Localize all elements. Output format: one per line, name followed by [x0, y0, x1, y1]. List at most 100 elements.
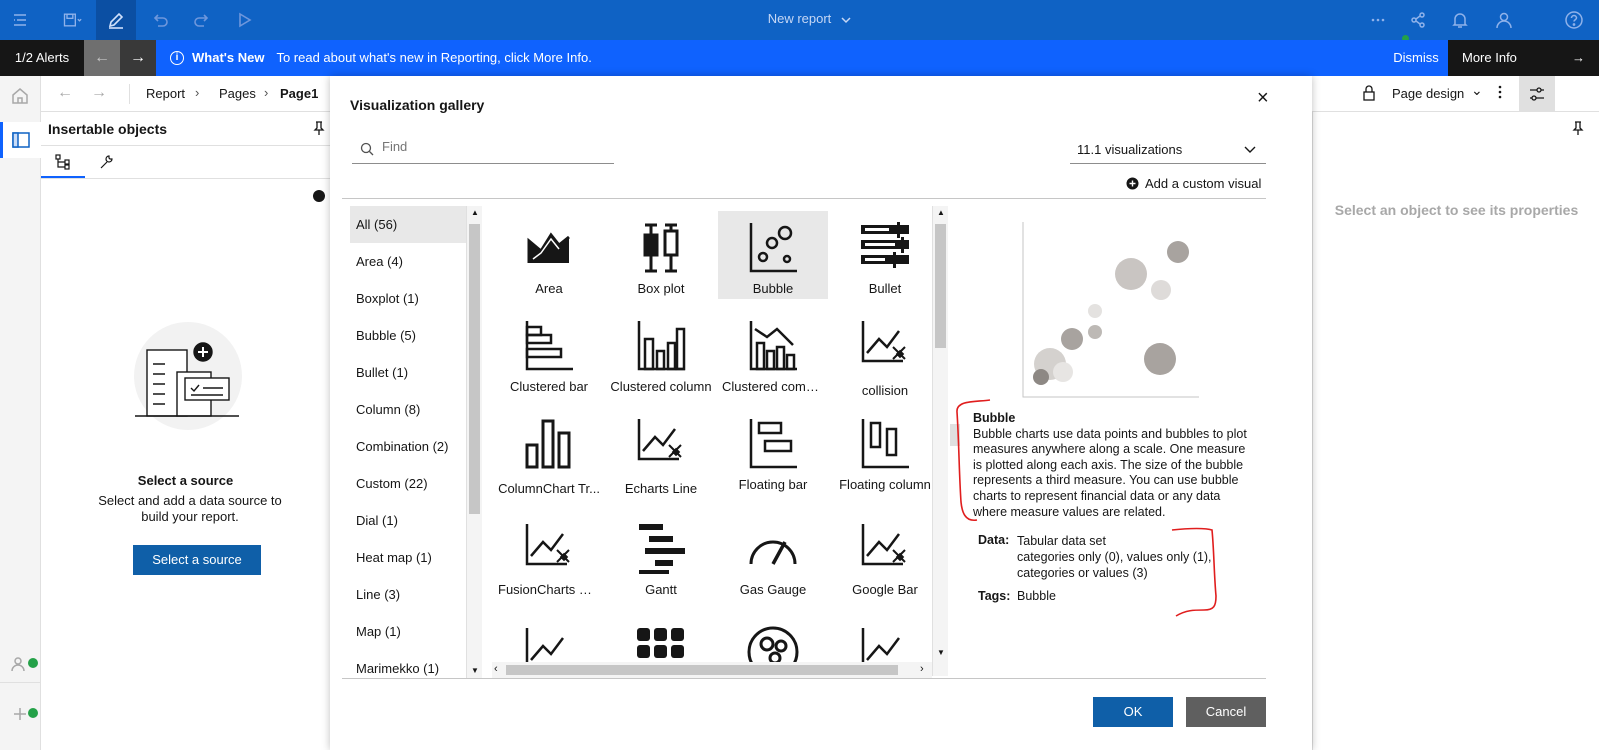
- tab-data-tree[interactable]: [41, 146, 85, 178]
- scrollbar-thumb[interactable]: [469, 224, 480, 514]
- close-icon[interactable]: ×: [1257, 87, 1269, 110]
- grid-vertical-scrollbar[interactable]: ▲ ▼: [932, 206, 948, 676]
- bubble-preview-chart: [1022, 222, 1200, 398]
- tile-label: collision: [861, 383, 909, 398]
- menu-icon[interactable]: [0, 0, 40, 40]
- tile-partial[interactable]: [606, 616, 716, 666]
- chevron-down-icon[interactable]: ▼: [471, 666, 479, 675]
- tile-box-plot[interactable]: Box plot: [606, 211, 716, 305]
- plus-icon[interactable]: [10, 704, 30, 727]
- tile-clustered-combination[interactable]: Clustered combi...: [718, 309, 828, 403]
- empty-state-title: Select a source: [137, 473, 234, 488]
- overflow-menu-icon[interactable]: [1498, 84, 1502, 103]
- run-icon[interactable]: [224, 0, 264, 40]
- tile-bullet[interactable]: Bullet: [830, 211, 940, 305]
- edit-icon[interactable]: [96, 0, 136, 40]
- tile-clustered-bar[interactable]: Clustered bar: [494, 309, 604, 403]
- pin-icon[interactable]: [313, 120, 325, 139]
- scrollbar-thumb[interactable]: [506, 665, 898, 675]
- category-item[interactable]: Dial (1): [350, 502, 474, 539]
- pin-icon[interactable]: [1571, 120, 1585, 139]
- tile-google-bar[interactable]: Google Bar: [830, 512, 940, 606]
- category-item[interactable]: Column (8): [350, 391, 474, 428]
- category-item[interactable]: Boxplot (1): [350, 280, 474, 317]
- grid-horizontal-scrollbar[interactable]: ‹ ›: [492, 662, 932, 678]
- alert-headline: What's New: [192, 50, 265, 65]
- tile-clustered-column[interactable]: Clustered column: [606, 309, 716, 403]
- alert-next-icon[interactable]: →: [120, 40, 156, 76]
- category-item[interactable]: Heat map (1): [350, 539, 474, 576]
- tile-fusioncharts[interactable]: FusionCharts Pa...: [494, 512, 604, 606]
- breadcrumb-current[interactable]: Page1: [280, 86, 318, 101]
- info-icon: i: [170, 51, 184, 65]
- breadcrumb-item-pages[interactable]: Pages: [219, 86, 256, 101]
- home-icon[interactable]: [10, 86, 30, 109]
- add-custom-visual-button[interactable]: Add a custom visual: [1126, 175, 1261, 191]
- tile-partial[interactable]: [718, 616, 828, 666]
- lock-icon[interactable]: [1362, 85, 1376, 104]
- tile-gas-gauge[interactable]: Gas Gauge: [718, 512, 828, 606]
- chevron-down-icon[interactable]: ▼: [937, 648, 945, 657]
- tile-label: Floating bar: [738, 477, 808, 492]
- user-icon[interactable]: [1484, 0, 1524, 40]
- custom-visual-icon: [637, 419, 682, 461]
- tile-partial[interactable]: [494, 616, 604, 666]
- save-icon[interactable]: [48, 0, 96, 40]
- category-item[interactable]: Combination (2): [350, 428, 474, 465]
- tile-gantt[interactable]: Gantt: [606, 512, 716, 606]
- alert-previous-icon[interactable]: ←: [84, 40, 120, 76]
- dismiss-button[interactable]: Dismiss: [1376, 40, 1456, 76]
- cancel-button[interactable]: Cancel: [1186, 697, 1266, 727]
- tile-floating-bar[interactable]: Floating bar: [718, 407, 828, 501]
- chevron-down-icon[interactable]: [836, 0, 856, 40]
- user-add-icon[interactable]: [10, 654, 30, 677]
- custom-visual-icon: [525, 628, 564, 666]
- page-design-dropdown[interactable]: Page design: [1392, 86, 1464, 101]
- arrow-right-icon: →: [1572, 50, 1585, 65]
- category-item[interactable]: Line (3): [350, 576, 474, 613]
- search-input[interactable]: [382, 139, 602, 154]
- chevron-right-icon: ›: [195, 85, 200, 100]
- category-item[interactable]: All (56): [350, 206, 474, 243]
- ok-button[interactable]: OK: [1093, 697, 1173, 727]
- category-item[interactable]: Area (4): [350, 243, 474, 280]
- right-toolbar: Page design ⌄: [1312, 76, 1599, 112]
- dialog-title: Visualization gallery: [350, 97, 485, 113]
- tile-echarts-line[interactable]: Echarts Line: [606, 407, 716, 505]
- select-source-button[interactable]: Select a source: [133, 545, 261, 575]
- tile-columnchart[interactable]: ColumnChart Tr...: [494, 407, 604, 505]
- tile-collision[interactable]: collision: [830, 309, 940, 407]
- redo-icon[interactable]: [182, 0, 222, 40]
- more-info-button[interactable]: More Info →: [1448, 40, 1599, 76]
- forward-arrow-icon[interactable]: →: [91, 84, 107, 102]
- bullet-icon: [861, 222, 909, 268]
- back-arrow-icon[interactable]: ←: [57, 84, 73, 102]
- version-dropdown[interactable]: 11.1 visualizations: [1070, 134, 1266, 164]
- tile-bubble[interactable]: Bubble: [718, 211, 828, 299]
- chevron-up-icon[interactable]: ▲: [937, 208, 945, 217]
- chevron-left-icon[interactable]: ‹: [494, 663, 498, 675]
- category-item[interactable]: Custom (22): [350, 465, 474, 502]
- tile-partial[interactable]: [830, 616, 940, 666]
- breadcrumb-item-report[interactable]: Report: [146, 86, 185, 101]
- chevron-up-icon[interactable]: ▲: [471, 208, 479, 217]
- category-item[interactable]: Map (1): [350, 613, 474, 650]
- scrollbar-thumb[interactable]: [935, 224, 946, 348]
- chevron-right-icon[interactable]: ›: [920, 663, 924, 675]
- tile-area[interactable]: Area: [494, 211, 604, 305]
- tile-floating-column[interactable]: Floating column: [830, 407, 940, 501]
- breadcrumb: ← → Report › Pages › Page1: [41, 76, 330, 112]
- help-icon[interactable]: [1554, 0, 1594, 40]
- category-item[interactable]: Bubble (5): [350, 317, 474, 354]
- panel-toggle-icon[interactable]: [0, 122, 41, 158]
- undo-icon[interactable]: [140, 0, 180, 40]
- tab-toolbox[interactable]: [85, 146, 129, 178]
- chevron-down-icon[interactable]: ⌄: [1471, 82, 1483, 99]
- category-item[interactable]: Bullet (1): [350, 354, 474, 391]
- notifications-icon[interactable]: [1440, 0, 1480, 40]
- search-field[interactable]: [352, 134, 614, 164]
- overflow-menu-icon[interactable]: [1358, 0, 1398, 40]
- properties-toggle-icon[interactable]: [1519, 76, 1555, 112]
- add-icon[interactable]: [313, 190, 325, 202]
- category-scrollbar[interactable]: ▲ ▼: [466, 206, 482, 678]
